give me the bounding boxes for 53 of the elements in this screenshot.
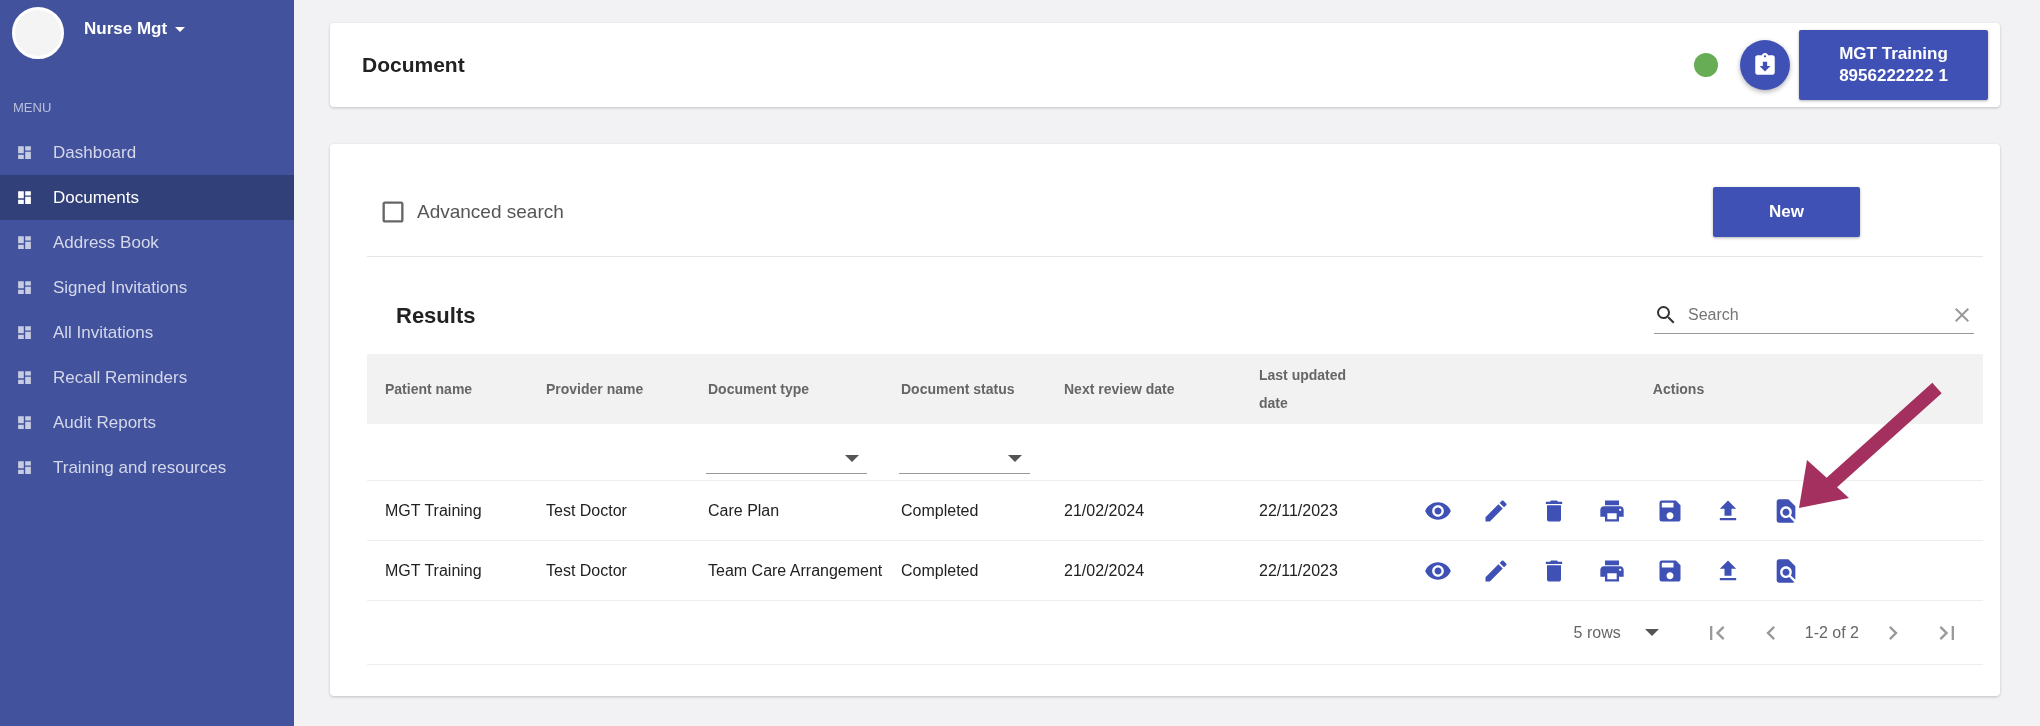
caret-icon [1008, 454, 1022, 462]
sidebar-item[interactable]: Training and resources [0, 445, 294, 490]
column-header: Next review date [1046, 354, 1241, 424]
dashboard-icon [16, 414, 33, 431]
logo-icon [12, 7, 64, 59]
caret-icon [845, 454, 859, 462]
sidebar-item[interactable]: All Invitations [0, 310, 294, 355]
dashboard-icon [16, 144, 33, 161]
table-cell: 21/02/2024 [1046, 541, 1241, 601]
table-cell: MGT Training [367, 481, 528, 541]
new-button[interactable]: New [1713, 187, 1860, 237]
sidebar-item[interactable]: Audit Reports [0, 400, 294, 445]
sidebar-item[interactable]: Address Book [0, 220, 294, 265]
dashboard-icon [16, 279, 33, 296]
page-range: 1-2 of 2 [1804, 623, 1859, 642]
menu-label: MENU [12, 99, 53, 117]
column-header: Last updated date [1241, 354, 1382, 424]
caret-icon [175, 26, 186, 32]
results-title: Results [396, 302, 476, 329]
sidebar-item[interactable]: Documents [0, 175, 294, 220]
search-field[interactable]: Search [1686, 305, 1942, 325]
table-cell: Test Doctor [528, 481, 690, 541]
dashboard-icon [16, 324, 33, 341]
sidebar-item[interactable]: Recall Reminders [0, 355, 294, 400]
column-header: Document type [690, 354, 883, 424]
table-cell: 21/02/2024 [1046, 481, 1241, 541]
sidebar-item[interactable]: Signed Invitations [0, 265, 294, 310]
caret-icon [1644, 629, 1659, 636]
table-cell: 22/11/2023 [1241, 541, 1382, 601]
table-cell: Test Doctor [528, 541, 690, 601]
dashboard-icon [16, 189, 33, 206]
table-cell: MGT Training [367, 541, 528, 601]
table-cell: Care Plan [690, 481, 883, 541]
table-cell: Completed [883, 541, 1046, 601]
sidebar-item[interactable]: Dashboard [0, 130, 294, 175]
table-cell: Team Care Arrangement [690, 541, 883, 601]
clipboard-download-icon [1752, 52, 1778, 78]
patient-button[interactable]: MGT Training 8956222222 1 [1799, 30, 1988, 100]
table-cell: 22/11/2023 [1241, 481, 1382, 541]
page-title: Document [362, 53, 466, 77]
status-dot-icon [1694, 53, 1718, 77]
advanced-search-checkbox[interactable]: Advanced search [379, 198, 564, 226]
column-header: Actions [1382, 354, 1983, 424]
user-menu-button[interactable]: Nurse Mgt [84, 19, 186, 39]
table-cell: Completed [883, 481, 1046, 541]
clipboard-download-button[interactable] [1740, 40, 1790, 90]
dashboard-icon [16, 234, 33, 251]
column-header: Document status [883, 354, 1046, 424]
dashboard-icon [16, 369, 33, 386]
dashboard-icon [16, 459, 33, 476]
column-header: Patient name [367, 354, 528, 424]
column-header: Provider name [528, 354, 690, 424]
rows-per-page-select[interactable]: 5 rows [1567, 622, 1665, 643]
